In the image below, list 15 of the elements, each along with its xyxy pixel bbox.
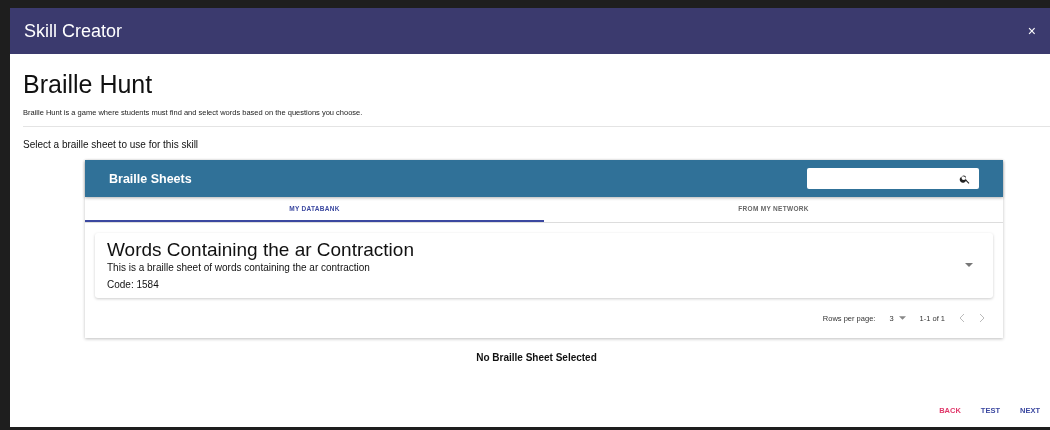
- close-button[interactable]: ×: [1025, 21, 1038, 41]
- sheet-description: This is a braille sheet of words containing the ar contraction: [107, 262, 371, 273]
- selection-status: No Braille Sheet Selected: [475, 352, 598, 363]
- dialog-title: Skill Creator: [24, 20, 123, 42]
- caret-icon[interactable]: [965, 262, 973, 267]
- panel-title: Braille Sheets: [109, 171, 192, 186]
- sheet-title: Words Containing the ar Contraction: [107, 239, 414, 261]
- next-page-icon[interactable]: [979, 313, 985, 323]
- sheet-card[interactable]: Words Containing the ar Contraction This is a braille sheet of words containing the ar contraction Code: 1584: [95, 233, 993, 298]
- search-field[interactable]: [807, 168, 979, 189]
- caret-icon: [898, 316, 906, 320]
- sheet-code: Code: 1584: [107, 279, 160, 290]
- previous-page-icon[interactable]: [959, 313, 965, 323]
- section-prompt: Select a braille sheet to use for this skill: [23, 139, 200, 150]
- skill-title: Braille Hunt: [23, 70, 154, 99]
